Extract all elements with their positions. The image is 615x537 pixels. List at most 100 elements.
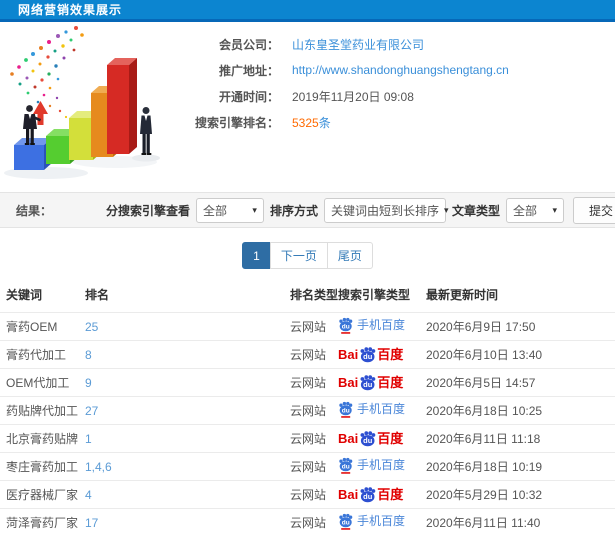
mobile-baidu-label: 手机百度 bbox=[357, 514, 406, 529]
baidu-badge: Bai du 百度 bbox=[338, 430, 403, 447]
baidu-badge: Bai du 百度 bbox=[338, 346, 403, 363]
engine-cell: du 手机百度 bbox=[338, 508, 426, 537]
filter-bar: 结果： 分搜索引擎查看 全部 ▾ 排序方式 关键词由短到长排序 ▾ 文章类型 全… bbox=[0, 192, 615, 228]
open-time-value: 2019年11月20日 09:08 bbox=[292, 89, 414, 104]
rank-type-cell: 云网站 bbox=[290, 340, 338, 369]
next-page-button[interactable]: 下一页 bbox=[269, 242, 328, 269]
baidu-badge: Bai du 百度 bbox=[338, 486, 404, 503]
baidu-latin-text: Bai bbox=[338, 431, 359, 446]
table-row: 医疗器械厂家 4 云网站 Bai du 百度 2020年5月29日 10:32 bbox=[0, 480, 615, 509]
top-section: 会员公司： 山东皇圣堂药业有限公司 推广地址： http://www.shand… bbox=[0, 22, 615, 190]
rank-link[interactable]: 25 bbox=[85, 320, 98, 334]
rank-cell: 4 bbox=[85, 480, 290, 509]
filter-controls: 分搜索引擎查看 全部 ▾ 排序方式 关键词由短到长排序 ▾ 文章类型 全部 ▾ … bbox=[100, 196, 615, 224]
keyword-cell: 枣庄膏药加工 bbox=[0, 452, 85, 481]
rank-link[interactable]: 4 bbox=[85, 488, 92, 502]
engine-cell: du 手机百度 bbox=[338, 452, 426, 481]
sort-select[interactable]: 关键词由短到长排序 ▾ bbox=[323, 197, 449, 223]
baidu-paw-icon: du bbox=[339, 317, 353, 334]
ranking-count-row: 搜索引擎排名： 5325条 bbox=[195, 109, 615, 135]
rank-link[interactable]: 9 bbox=[85, 376, 92, 390]
member-company-link[interactable]: 山东皇圣堂药业有限公司 bbox=[292, 36, 424, 53]
mobile-baidu-label: 手机百度 bbox=[357, 402, 406, 416]
businessman-right bbox=[140, 107, 152, 155]
ranking-count-unit: 条 bbox=[318, 115, 331, 130]
mobile-baidu-badge: du 手机百度 bbox=[338, 457, 405, 474]
article-type-selected: 全部 bbox=[512, 203, 537, 218]
ranking-count-number: 5325 bbox=[292, 115, 319, 130]
engine-view-label: 分搜索引擎查看 bbox=[105, 203, 190, 218]
update-time-cell: 2020年5月29日 10:32 bbox=[426, 480, 615, 509]
svg-text:du: du bbox=[342, 407, 350, 414]
ranking-count-label: 搜索引擎排名： bbox=[195, 115, 280, 130]
rank-cell: 17 bbox=[85, 508, 290, 537]
baidu-paw-icon: du bbox=[360, 346, 376, 362]
baidu-paw-icon: du bbox=[360, 486, 376, 502]
table-row: 药贴牌代加工 27 云网站 du 手机百度 2020年6月18日 10:25 bbox=[0, 396, 615, 425]
growth-chart-image bbox=[4, 26, 160, 179]
col-rank: 排名 bbox=[85, 288, 110, 302]
keyword-cell: 膏药OEM bbox=[0, 312, 85, 341]
rank-link[interactable]: 17 bbox=[85, 516, 98, 530]
promo-url-link[interactable]: http://www.shandonghuangshengtang.cn bbox=[292, 63, 509, 77]
svg-text:du: du bbox=[363, 352, 373, 361]
mobile-baidu-badge: du 手机百度 bbox=[338, 317, 405, 334]
promo-url-row: 推广地址： http://www.shandonghuangshengtang.… bbox=[195, 57, 615, 83]
rank-link[interactable]: 8 bbox=[85, 348, 92, 362]
baidu-paw-icon: du bbox=[339, 513, 353, 530]
keyword-cell: 药贴牌代加工 bbox=[0, 396, 85, 425]
table-row: 菏泽膏药厂家 17 云网站 du 手机百度 2020年6月11日 11:40 bbox=[0, 508, 615, 537]
rank-link[interactable]: 1,4,6 bbox=[85, 460, 112, 474]
engine-cell: du 手机百度 bbox=[338, 312, 426, 341]
update-time-cell: 2020年6月5日 14:57 bbox=[426, 368, 615, 397]
member-info-panel: 会员公司： 山东皇圣堂药业有限公司 推广地址： http://www.shand… bbox=[195, 22, 615, 190]
article-type-select[interactable]: 全部 ▾ bbox=[505, 197, 564, 223]
update-time-cell: 2020年6月18日 10:25 bbox=[426, 396, 615, 425]
submit-button[interactable]: 提交 bbox=[572, 196, 615, 224]
baidu-cn-text: 百度 bbox=[377, 487, 404, 502]
rank-type-cell: 云网站 bbox=[290, 368, 338, 397]
rank-link[interactable]: 1 bbox=[85, 432, 92, 446]
last-page-button[interactable]: 尾页 bbox=[326, 242, 373, 269]
rank-link[interactable]: 27 bbox=[85, 404, 98, 418]
baidu-latin-text: Bai bbox=[338, 487, 359, 502]
col-engine-type: 搜索引擎类型 bbox=[338, 288, 411, 302]
page-1-button[interactable]: 1 bbox=[242, 242, 271, 269]
baidu-paw-icon: du bbox=[360, 430, 376, 446]
baidu-latin-text: Bai bbox=[338, 347, 359, 362]
sort-label: 排序方式 bbox=[269, 203, 318, 218]
article-type-label: 文章类型 bbox=[451, 203, 500, 218]
page-title: 网络营销效果展示 bbox=[18, 3, 123, 17]
rank-type-cell: 云网站 bbox=[290, 508, 338, 537]
rank-cell: 1 bbox=[85, 424, 290, 453]
update-time-cell: 2020年6月11日 11:40 bbox=[426, 508, 615, 537]
member-company-row: 会员公司： 山东皇圣堂药业有限公司 bbox=[195, 31, 615, 57]
chevron-down-icon: ▾ bbox=[552, 204, 557, 215]
rank-type-cell: 云网站 bbox=[290, 312, 338, 341]
rank-cell: 27 bbox=[85, 396, 290, 425]
ranking-count-value: 5325条 bbox=[292, 114, 331, 131]
svg-text:du: du bbox=[342, 323, 350, 330]
title-bar: 网络营销效果展示 bbox=[0, 0, 615, 22]
engine-view-select[interactable]: 全部 ▾ bbox=[195, 197, 264, 223]
table-row: 膏药代加工 8 云网站 Bai du 百度 2020年6月10日 13:40 bbox=[0, 340, 615, 369]
col-update-time: 最新更新时间 bbox=[426, 288, 499, 302]
baidu-paw-icon: du bbox=[339, 401, 353, 418]
keyword-cell: 膏药代加工 bbox=[0, 340, 85, 369]
update-time-cell: 2020年6月11日 11:18 bbox=[426, 424, 615, 453]
chevron-down-icon: ▾ bbox=[443, 204, 449, 215]
engine-cell: Bai du 百度 bbox=[338, 424, 426, 453]
open-time-row: 开通时间： 2019年11月20日 09:08 bbox=[195, 83, 615, 109]
table-row: 膏药OEM 25 云网站 du 手机百度 2020年6月9日 17:50 bbox=[0, 312, 615, 341]
baidu-paw-icon: du bbox=[339, 457, 353, 474]
rank-cell: 1,4,6 bbox=[85, 452, 290, 481]
rank-type-cell: 云网站 bbox=[290, 452, 338, 481]
svg-text:du: du bbox=[342, 463, 350, 470]
svg-text:du: du bbox=[363, 380, 373, 389]
promo-url-label: 推广地址： bbox=[218, 63, 279, 78]
baidu-paw-icon: du bbox=[360, 374, 376, 390]
svg-text:du: du bbox=[342, 519, 350, 526]
keyword-cell: 北京膏药贴牌 bbox=[0, 424, 85, 453]
mobile-baidu-label: 手机百度 bbox=[357, 458, 406, 472]
svg-text:du: du bbox=[363, 436, 373, 445]
